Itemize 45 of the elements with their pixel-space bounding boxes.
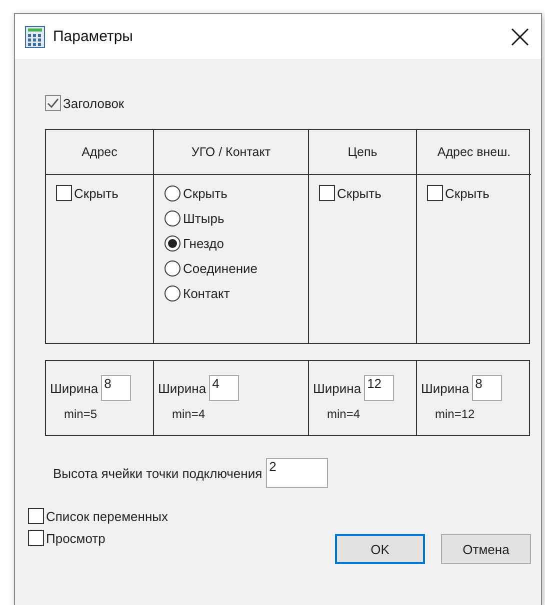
radio-button[interactable]	[164, 285, 181, 302]
cell-height-label: Высота ячейки точки подключения	[53, 466, 262, 480]
radio-label: Соединение	[183, 261, 258, 276]
width-label: Ширина	[421, 380, 470, 396]
checkbox-label: Скрыть	[337, 186, 382, 200]
radio-label: Гнездо	[183, 236, 224, 251]
radio-button[interactable]	[164, 185, 181, 202]
checkbox-label: Список переменных	[46, 508, 168, 524]
width-field[interactable]: 12	[364, 375, 394, 401]
column-header: УГО / Контакт	[153, 130, 308, 175]
min-label: min=12	[434, 407, 476, 421]
dialog-button[interactable]: Отмена	[441, 534, 531, 564]
width-field[interactable]: 4	[209, 375, 240, 401]
radio-button[interactable]	[164, 210, 181, 227]
width-label: Ширина	[313, 380, 362, 396]
width-field[interactable]: 8	[101, 375, 132, 401]
checkbox[interactable]	[28, 530, 44, 546]
checkbox-label: Скрыть	[74, 186, 118, 200]
min-label: min=5	[63, 407, 98, 421]
calculator-icon	[25, 26, 45, 48]
radio-label: Скрыть	[183, 186, 228, 201]
width-field[interactable]: 8	[472, 375, 502, 401]
width-label: Ширина	[50, 380, 98, 396]
radio-label: Штырь	[183, 211, 224, 226]
checkbox-label: Скрыть	[445, 186, 490, 200]
column-header: Адрес внеш.	[416, 130, 531, 175]
cell-height-field[interactable]: 2	[266, 458, 328, 488]
min-label: min=4	[326, 407, 362, 421]
dialog-button[interactable]: OK	[335, 534, 425, 564]
close-icon[interactable]	[509, 26, 531, 48]
min-label: min=4	[171, 407, 206, 421]
column-header: Цепь	[308, 130, 416, 175]
window-title: Параметры	[53, 28, 134, 45]
width-label: Ширина	[158, 380, 206, 396]
checkbox[interactable]	[28, 508, 44, 524]
radio-button[interactable]	[164, 235, 181, 252]
column-header: Адрес	[46, 130, 153, 175]
checkbox-label: Заголовок	[63, 96, 124, 110]
checkbox[interactable]	[45, 95, 61, 111]
checkbox[interactable]	[56, 185, 72, 201]
radio-label: Контакт	[183, 286, 230, 301]
radio-button[interactable]	[164, 260, 181, 277]
checkbox-label: Просмотр	[46, 530, 106, 546]
checkbox[interactable]	[319, 185, 335, 201]
checkbox[interactable]	[427, 185, 443, 201]
